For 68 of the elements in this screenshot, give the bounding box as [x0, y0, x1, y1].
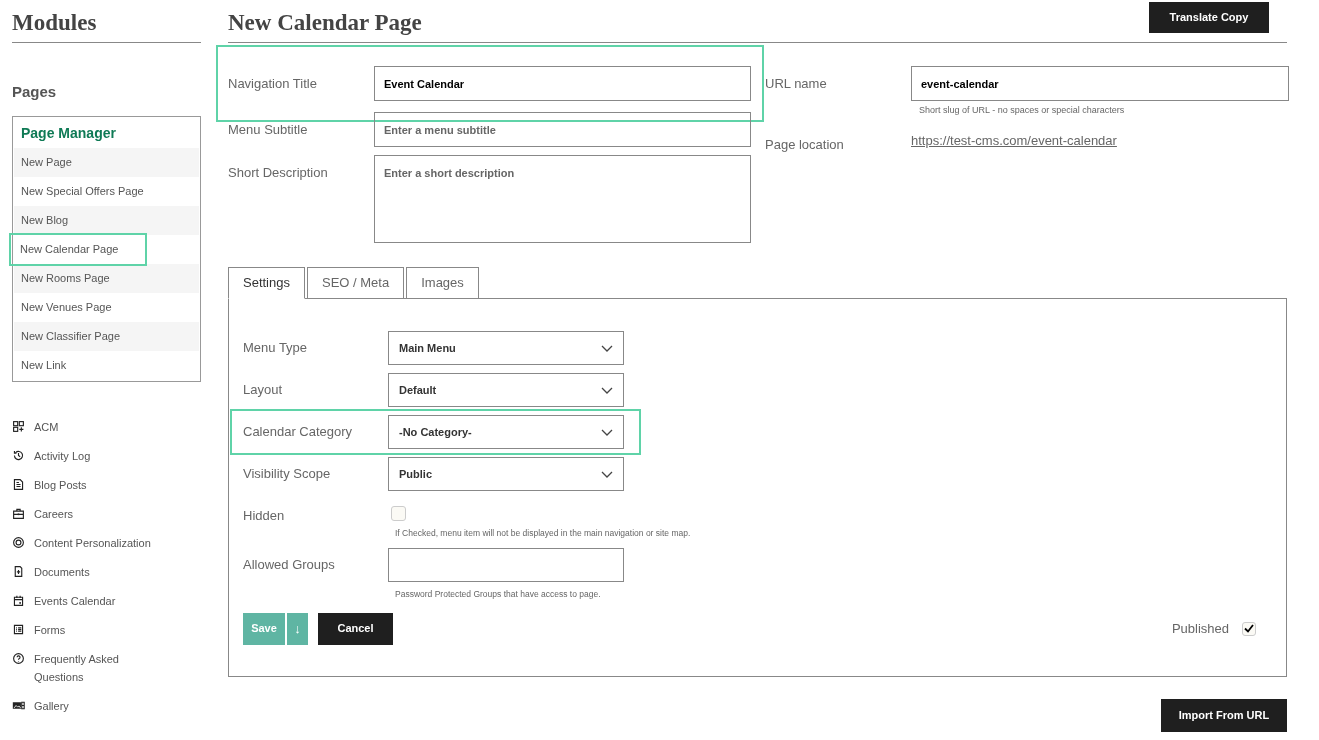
module-link[interactable]: Forms: [12, 620, 162, 639]
target-icon: [12, 535, 25, 549]
field-label: Hidden: [243, 507, 286, 525]
module-link[interactable]: Activity Log: [12, 446, 162, 465]
field-hint: If Checked, menu item will not be displayed in the main navigation or site map.: [394, 527, 691, 540]
tab[interactable]: SEO / Meta: [307, 267, 405, 299]
module-link[interactable]: Events Calendar: [12, 591, 162, 610]
chevron-down-icon: [601, 470, 613, 478]
dropdown[interactable]: Default: [388, 373, 624, 407]
field-label: Visibility Scope: [243, 465, 332, 483]
page-link[interactable]: New Blog: [14, 205, 199, 235]
field-label: URL name: [765, 75, 828, 93]
field-label: Menu Type: [243, 339, 309, 357]
field-label: Allowed Groups: [243, 555, 336, 574]
document-icon: [12, 477, 25, 491]
page-link[interactable]: New Venues Page: [14, 292, 199, 322]
chevron-down-icon: [601, 344, 613, 352]
page-link[interactable]: New Special Offers Page: [14, 176, 199, 206]
field-label: Calendar Category: [243, 423, 354, 441]
field-hint: Short slug of URL - no spaces or special characters: [918, 104, 1126, 117]
field-label: Navigation Title: [228, 75, 318, 93]
module-link[interactable]: Content Personalization: [12, 533, 162, 552]
dropdown[interactable]: -No Category-: [388, 415, 624, 449]
module-link[interactable]: Documents: [12, 562, 162, 581]
checkbox[interactable]: [391, 506, 406, 521]
field-hint: Password Protected Groups that have access to page.: [394, 587, 602, 601]
briefcase-icon: [12, 506, 25, 520]
field-label: Layout: [243, 381, 284, 399]
history-icon: [12, 448, 25, 462]
dropdown[interactable]: Public: [388, 457, 624, 491]
text-area[interactable]: Enter a short description: [374, 155, 751, 243]
panel-title: Page Manager: [20, 123, 117, 143]
page-link[interactable]: New Page: [14, 147, 199, 177]
chevron-down-icon: [601, 386, 613, 394]
field-label: Page location: [765, 135, 845, 154]
calendar-icon: [12, 593, 25, 607]
dropdown[interactable]: Main Menu: [388, 331, 624, 365]
input-field[interactable]: [388, 547, 624, 582]
page-link[interactable]: New Link: [14, 350, 199, 380]
help-icon: [12, 651, 25, 665]
section-title: Pages: [12, 82, 58, 102]
input-field[interactable]: Enter a menu subtitle: [374, 112, 751, 147]
list-icon: [12, 622, 25, 636]
translate-copy-button[interactable]: Translate Copy: [1149, 2, 1269, 33]
page-url-link[interactable]: https://test-cms.com/event-calendar: [911, 130, 1117, 150]
module-link[interactable]: Careers: [12, 504, 162, 523]
input-field[interactable]: event-calendar: [911, 66, 1289, 101]
tab[interactable]: Images: [406, 267, 479, 299]
module-link[interactable]: ACM: [12, 417, 162, 436]
input-field[interactable]: Event Calendar: [374, 66, 751, 101]
checkbox[interactable]: [1242, 621, 1256, 636]
cancel-button[interactable]: Cancel: [318, 612, 393, 645]
module-link[interactable]: Gallery: [12, 696, 162, 715]
page-link[interactable]: New Rooms Page: [14, 263, 199, 293]
field-label: Published: [1171, 619, 1229, 638]
chevron-down-icon: [601, 428, 613, 436]
file-plus-icon: [12, 564, 25, 578]
module-link[interactable]: Blog Posts: [12, 475, 162, 494]
sidebar-title: Modules: [12, 0, 201, 43]
page-title: New Calendar Page: [228, 8, 422, 37]
field-label: Menu Subtitle: [228, 121, 309, 139]
field-label: Short Description: [228, 164, 329, 182]
tab[interactable]: Settings: [228, 267, 305, 299]
page-link[interactable]: New Calendar Page: [11, 234, 145, 264]
import-from-url-button[interactable]: Import From URL: [1161, 699, 1287, 732]
module-link[interactable]: Frequently Asked Questions: [12, 649, 162, 686]
page-link[interactable]: New Classifier Page: [14, 321, 199, 351]
grid-plus-icon: [12, 419, 25, 433]
